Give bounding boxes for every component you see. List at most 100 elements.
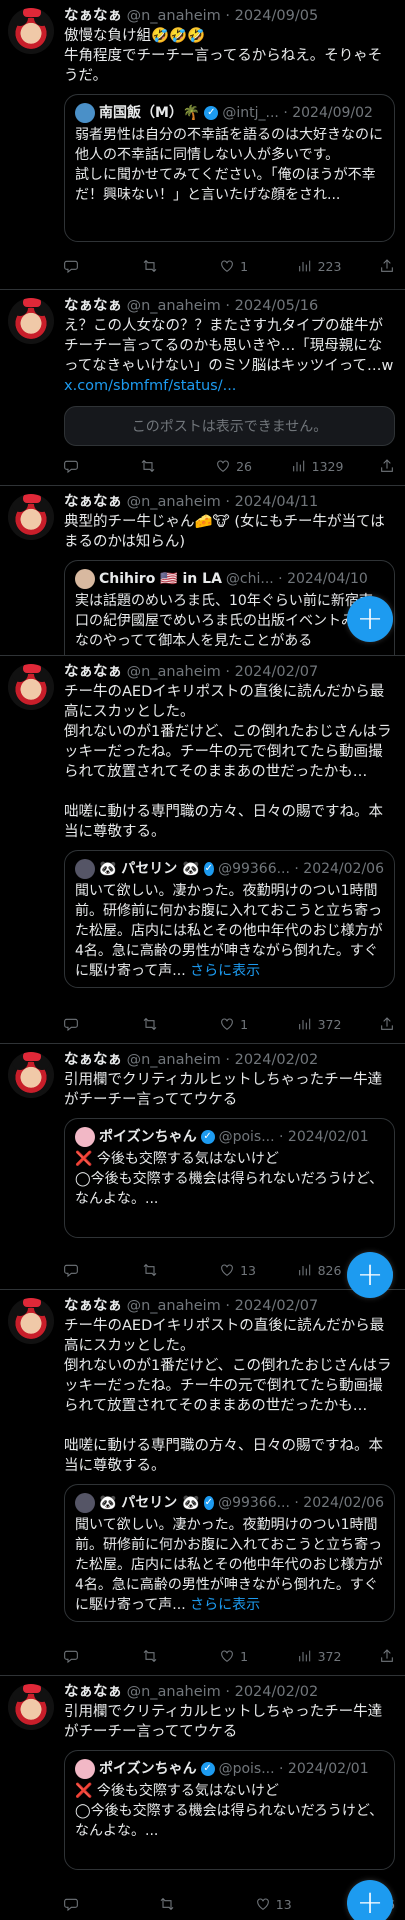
text-line: 倒れないのが1番だけど、この倒れたおじさんはラッキーだったね。チー牛の元で倒れて… — [64, 724, 392, 780]
author-meta: @n_anaheim · 2024/02/02 — [126, 1684, 319, 1700]
share-icon — [381, 459, 393, 472]
compose-post-button[interactable]: + — [347, 1880, 393, 1920]
quoted-post[interactable]: 南国飯（M）🌴 ✓ @intj_... · 2024/09/02 弱者男性は自分の不… — [64, 94, 395, 242]
avatar[interactable] — [8, 298, 54, 344]
avatar[interactable] — [8, 1298, 54, 1344]
quoted-text: 弱者男性は自分の不幸話を語るのは大好きなのに他人の不幸話に同情しない人が多いです… — [75, 127, 383, 203]
action-bar: 1 372 — [64, 1646, 395, 1666]
post[interactable]: なぁなぁ @n_anaheim · 2024/02/02 引用欄でクリティカルヒ… — [0, 1676, 405, 1920]
views-count: 372 — [317, 1648, 342, 1664]
repost-button[interactable] — [142, 1262, 182, 1278]
compose-post-button[interactable]: + — [347, 1252, 393, 1298]
unavailable-post-notice: このポストは表示できません。 — [64, 406, 395, 446]
quoted-avatar — [75, 103, 95, 123]
views-icon — [292, 460, 304, 472]
verified-badge-icon: ✓ — [204, 106, 219, 120]
text-line: 傲慢な負け組🤣🤣🤣 — [64, 28, 206, 44]
author-name[interactable]: なぁなぁ — [64, 1052, 122, 1068]
quoted-post[interactable]: Chihiro 🇺🇸 in LA @chi... · 2024/04/10 実は話… — [64, 560, 395, 655]
text-line: チー牛のAEDイキリポストの直後に読んだから最高にスカッとした。 — [64, 684, 385, 720]
post[interactable]: なぁなぁ @n_anaheim · 2024/09/05 傲慢な負け組🤣🤣🤣 牛… — [0, 0, 405, 290]
author-name[interactable]: なぁなぁ — [64, 298, 122, 314]
quoted-avatar — [75, 1759, 95, 1779]
like-button[interactable]: 13 — [255, 1896, 295, 1912]
repost-button[interactable] — [159, 1896, 199, 1912]
verified-badge-icon: ✓ — [200, 1762, 215, 1776]
author-name[interactable]: なぁなぁ — [64, 8, 122, 24]
quoted-author-name: 🐼 パセリン 🐼 — [99, 1495, 200, 1511]
like-button[interactable]: 1 — [219, 1016, 259, 1032]
quoted-text: ❌ 今後も交際する気はないけど ◯今後も交際する機会は得られないだろうけど、 な… — [75, 1783, 384, 1839]
avatar[interactable] — [8, 1052, 54, 1098]
repost-button[interactable] — [140, 458, 180, 474]
views-icon — [298, 1264, 310, 1276]
post-link[interactable]: x.com/sbmfmf/status/... — [64, 376, 395, 396]
reply-button[interactable] — [64, 1016, 104, 1032]
avatar[interactable] — [8, 664, 54, 710]
like-button[interactable]: 1 — [219, 1648, 259, 1664]
post[interactable]: なぁなぁ @n_anaheim · 2024/02/02 引用欄でクリティカルヒ… — [0, 1044, 405, 1290]
share-icon — [381, 1649, 393, 1662]
views-button[interactable]: 826 — [297, 1262, 341, 1278]
repost-icon — [143, 1017, 156, 1031]
reply-button[interactable] — [64, 1262, 104, 1278]
compose-post-button[interactable]: + — [347, 596, 393, 642]
quoted-text: 聞いて欲しい。凄かった。夜勤明けのつい1時間前。研修前に何かお腹に入れておこうと… — [75, 1517, 383, 1613]
post-text: 傲慢な負け組🤣🤣🤣 牛角程度でチーチー言ってるからねえ。そりゃそうだ。 — [64, 26, 395, 86]
avatar[interactable] — [8, 1684, 54, 1730]
like-button[interactable]: 1 — [219, 258, 259, 274]
like-count: 1 — [240, 1648, 249, 1664]
post-text: 引用欄でクリティカルヒットしちゃったチー牛達がチーチー言っててウケる — [64, 1702, 395, 1742]
views-button[interactable]: 1329 — [291, 458, 343, 474]
text-line: 牛角程度でチーチー言ってるからねえ。そりゃそうだ。 — [64, 48, 383, 84]
share-button[interactable] — [379, 458, 395, 474]
avatar[interactable] — [8, 8, 54, 54]
show-more-link[interactable]: さらに表示 — [190, 1597, 260, 1613]
quoted-post[interactable]: ポイズンちゃん ✓ @pois... · 2024/02/01 ❌ 今後も交際する気… — [64, 1750, 395, 1870]
reply-button[interactable] — [64, 258, 104, 274]
post[interactable]: なぁなぁ @n_anaheim · 2024/05/16 え？この人女なの？？ま… — [0, 290, 405, 486]
show-more-link[interactable]: さらに表示 — [190, 963, 260, 979]
reply-button[interactable] — [64, 458, 104, 474]
quoted-text: ❌ 今後も交際する気はないけど ◯今後も交際する機会は得られないだろうけど、 な… — [75, 1151, 384, 1207]
reply-button[interactable] — [64, 1648, 104, 1664]
repost-button[interactable] — [142, 1016, 182, 1032]
author-name[interactable]: なぁなぁ — [64, 494, 122, 510]
action-bar: 13 826 — [64, 1260, 395, 1280]
post-text: 引用欄でクリティカルヒットしちゃったチー牛達がチーチー言っててウケる — [64, 1070, 395, 1110]
share-button[interactable] — [379, 1016, 395, 1032]
post[interactable]: なぁなぁ @n_anaheim · 2024/02/07 チー牛のAEDイキリポ… — [0, 656, 405, 1044]
reply-button[interactable] — [64, 1896, 104, 1912]
like-button[interactable]: 26 — [215, 458, 255, 474]
text-line — [64, 1416, 395, 1436]
author-name[interactable]: なぁなぁ — [64, 1298, 122, 1314]
repost-button[interactable] — [142, 1648, 182, 1664]
views-button[interactable]: 223 — [297, 258, 341, 274]
repost-button[interactable] — [142, 258, 182, 274]
quoted-post[interactable]: ポイズンちゃん ✓ @pois... · 2024/02/01 ❌ 今後も交際する気… — [64, 1118, 395, 1238]
reply-icon — [64, 1898, 78, 1912]
post-text: え？この人女なの？？またさす九タイプの雄牛がチーチー言ってるのかも思いきや…「現… — [64, 316, 395, 396]
author-name[interactable]: なぁなぁ — [64, 1684, 122, 1700]
post[interactable]: なぁなぁ @n_anaheim · 2024/02/07 チー牛のAEDイキリポ… — [0, 1290, 405, 1676]
quoted-post[interactable]: 🐼 パセリン 🐼 ✓ @99366... · 2024/02/06 聞いて欲しい。凄… — [64, 1484, 395, 1622]
action-bar: 26 1329 — [64, 456, 395, 476]
like-button[interactable]: 13 — [219, 1262, 259, 1278]
views-button[interactable]: 372 — [297, 1648, 342, 1664]
author-name[interactable]: なぁなぁ — [64, 664, 122, 680]
quoted-avatar — [75, 1127, 95, 1147]
quoted-author-name: Chihiro 🇺🇸 in LA — [99, 571, 222, 587]
share-button[interactable] — [379, 1648, 395, 1664]
views-icon — [298, 1650, 310, 1662]
text-line: 咄嗟に動ける専門職の方々、日々の賜ですね。本当に尊敬する。 — [64, 804, 383, 840]
text-line: え？この人女なの？？またさす九タイプの雄牛がチーチー言ってるのかも思いきや…「現… — [64, 318, 394, 374]
share-button[interactable] — [379, 258, 395, 274]
quoted-meta: @pois... · 2024/02/01 — [218, 1129, 369, 1145]
post[interactable]: なぁなぁ @n_anaheim · 2024/04/11 典型的チー牛じゃん🧀🐮… — [0, 486, 405, 656]
quoted-author-name: ポイズンちゃん — [99, 1129, 197, 1145]
quoted-post[interactable]: 🐼 パセリン 🐼 ✓ @99366... · 2024/02/06 聞いて欲しい。凄… — [64, 850, 395, 988]
like-count: 1 — [240, 258, 249, 274]
views-button[interactable]: 372 — [297, 1016, 341, 1032]
avatar[interactable] — [8, 494, 54, 540]
text-line: 引用欄でクリティカルヒットしちゃったチー牛達がチーチー言っててウケる — [64, 1072, 383, 1108]
